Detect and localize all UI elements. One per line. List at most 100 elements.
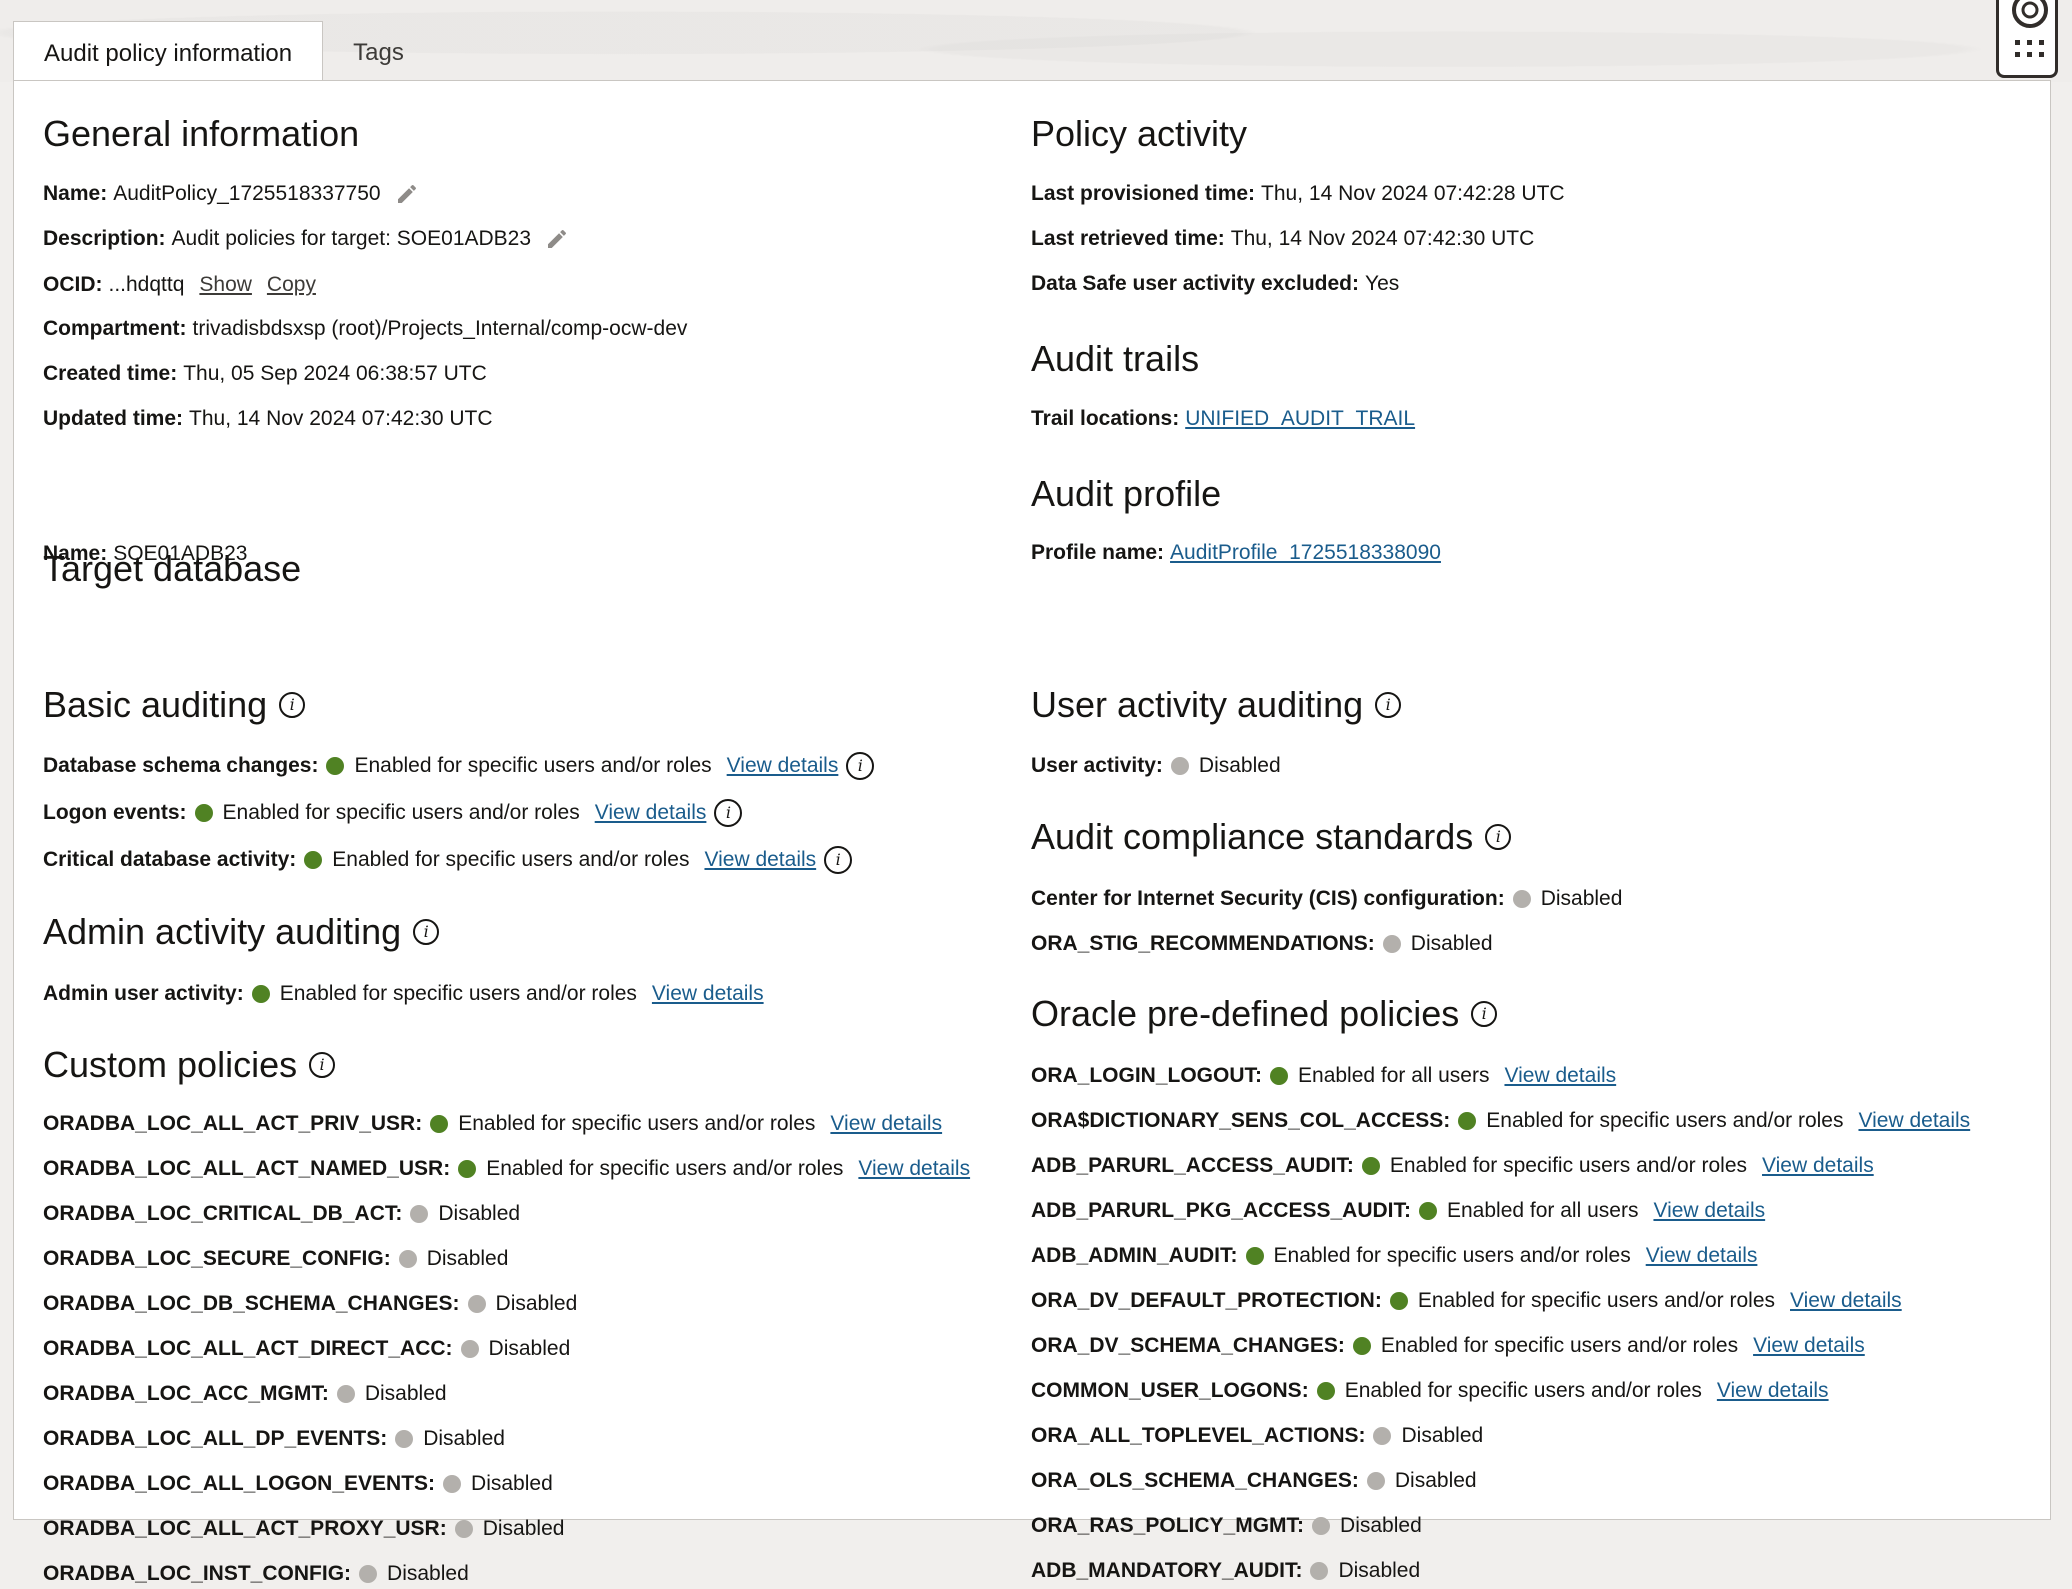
policy-status: Disabled	[482, 1517, 565, 1540]
info-icon[interactable]: i	[824, 846, 853, 874]
policy-status: Disabled	[1394, 1469, 1477, 1492]
tab-audit-policy-information[interactable]: Audit policy information	[13, 21, 324, 83]
admin-user-activity-status: Enabled for specific users and/or roles	[279, 982, 637, 1005]
user-activity-excluded-value: Yes	[1364, 272, 1400, 295]
status-dot-disabled	[336, 1385, 355, 1403]
profile-name-label: Profile name:	[1031, 541, 1165, 564]
view-details-link[interactable]: View details	[595, 801, 707, 825]
user-activity-excluded-row: Data Safe user activity excluded: Yes	[1031, 269, 1399, 299]
ocid-copy-link[interactable]: Copy	[267, 273, 316, 297]
view-details-link[interactable]: View details	[704, 848, 816, 872]
edit-description-pencil-icon[interactable]	[545, 227, 569, 251]
view-details-link[interactable]: View details	[652, 982, 764, 1006]
view-details-link[interactable]: View details	[1858, 1109, 1970, 1133]
view-details-link[interactable]: View details	[1646, 1244, 1758, 1268]
status-dot-disabled	[1170, 757, 1189, 775]
basic-item-status: Enabled for specific users and/or roles	[222, 801, 580, 824]
help-lifebuoy-icon[interactable]	[2009, 0, 2051, 68]
basic-item-label: Critical database activity:	[43, 848, 297, 871]
policy-row: ADB_MANDATORY_AUDIT: Disabled	[1031, 1556, 1420, 1586]
policy-name: ADB_MANDATORY_AUDIT:	[1031, 1559, 1303, 1582]
status-dot-enabled	[1245, 1247, 1264, 1265]
view-details-link[interactable]: View details	[858, 1157, 970, 1181]
audit-profile-link[interactable]: AuditProfile_1725518338090	[1170, 541, 1441, 565]
created-time-row: Created time: Thu, 05 Sep 2024 06:38:57 …	[43, 359, 487, 389]
view-details-link[interactable]: View details	[1790, 1289, 1902, 1313]
policy-status: Enabled for all users	[1298, 1064, 1490, 1087]
ocid-label: OCID:	[43, 273, 103, 296]
predefined-policies-title: Oracle pre-defined policies	[1031, 993, 1460, 1034]
trail-locations-label: Trail locations:	[1031, 407, 1180, 430]
policy-status: Enabled for specific users and/or roles	[1417, 1289, 1775, 1312]
info-icon[interactable]: i	[846, 752, 875, 780]
updated-time-label: Updated time:	[43, 407, 184, 430]
policy-row: ADB_PARURL_ACCESS_AUDIT: Enabled for spec…	[1031, 1151, 1874, 1181]
admin-user-activity-row: Admin user activity: Enabled for specifi…	[43, 979, 764, 1009]
updated-time-row: Updated time: Thu, 14 Nov 2024 07:42:30 …	[43, 404, 493, 434]
compartment-label: Compartment:	[43, 317, 187, 340]
profile-name-row: Profile name: AuditProfile_1725518338090	[1031, 538, 1441, 568]
policy-status: Disabled	[471, 1472, 553, 1495]
view-details-link[interactable]: View details	[1653, 1199, 1765, 1223]
ocid-row: OCID: ...hdqttq Show Copy	[43, 270, 316, 300]
view-details-link[interactable]: View details	[1717, 1379, 1829, 1403]
status-dot-enabled	[430, 1115, 449, 1133]
policy-status: Disabled	[426, 1247, 509, 1270]
policy-row: ORA_ALL_TOPLEVEL_ACTIONS: Disabled	[1031, 1421, 1483, 1451]
custom-policies-heading: Custom policies i	[43, 1044, 336, 1086]
policy-status: Enabled for specific users and/or roles	[1389, 1154, 1748, 1177]
policy-status: Disabled	[438, 1202, 521, 1225]
help-widget[interactable]	[1996, 0, 2058, 78]
status-dot-disabled	[1312, 1517, 1331, 1535]
last-provisioned-value: Thu, 14 Nov 2024 07:42:28 UTC	[1261, 182, 1565, 205]
policy-name: ADB_ADMIN_AUDIT:	[1031, 1244, 1238, 1267]
policy-name: ORA_LOGIN_LOGOUT:	[1031, 1064, 1263, 1087]
info-icon[interactable]: i	[714, 799, 743, 827]
policy-name: ORADBA_LOC_ALL_DP_EVENTS:	[43, 1427, 388, 1450]
policy-status: Disabled	[488, 1337, 571, 1360]
predefined-policies-info-icon[interactable]: i	[1471, 1001, 1498, 1027]
view-details-link[interactable]: View details	[727, 754, 839, 778]
compartment-row: Compartment: trivadisbdsxsp (root)/Proje…	[43, 314, 687, 344]
policy-row: ORADBA_LOC_SECURE_CONFIG: Disabled	[43, 1244, 508, 1274]
status-dot-enabled	[458, 1160, 477, 1178]
view-details-link[interactable]: View details	[830, 1112, 942, 1136]
compliance-item-status: Disabled	[1410, 932, 1493, 955]
last-provisioned-row: Last provisioned time: Thu, 14 Nov 2024 …	[1031, 179, 1565, 209]
policy-status: Enabled for specific users and/or roles	[1273, 1244, 1631, 1267]
name-row: Name: AuditPolicy_1725518337750	[43, 179, 419, 209]
trail-location-link[interactable]: UNIFIED_AUDIT_TRAIL	[1185, 407, 1415, 431]
compliance-info-icon[interactable]: i	[1485, 824, 1512, 850]
admin-activity-info-icon[interactable]: i	[413, 919, 440, 945]
user-activity-status: Disabled	[1198, 754, 1281, 777]
basic-auditing-info-icon[interactable]: i	[279, 692, 306, 718]
policy-status: Disabled	[364, 1382, 447, 1405]
custom-policies-info-icon[interactable]: i	[309, 1052, 336, 1078]
policy-status: Disabled	[1401, 1424, 1484, 1447]
user-activity-label: User activity:	[1031, 754, 1163, 777]
ocid-show-link[interactable]: Show	[199, 273, 252, 297]
view-details-link[interactable]: View details	[1753, 1334, 1865, 1358]
policy-row: ORADBA_LOC_ALL_ACT_PROXY_USR: Disabled	[43, 1514, 564, 1544]
policy-name: ORADBA_LOC_INST_CONFIG:	[43, 1562, 352, 1585]
status-dot-enabled	[1389, 1292, 1408, 1310]
basic-item-row: Critical database activity: Enabled for …	[43, 845, 853, 875]
general-information-title: General information	[43, 113, 360, 154]
policy-status: Disabled	[495, 1292, 578, 1315]
view-details-link[interactable]: View details	[1504, 1064, 1616, 1088]
policy-status: Disabled	[1338, 1559, 1421, 1582]
name-label: Name:	[43, 182, 108, 205]
trail-locations-row: Trail locations: UNIFIED_AUDIT_TRAIL	[1031, 404, 1415, 434]
policy-status: Disabled	[423, 1427, 505, 1450]
user-activity-info-icon[interactable]: i	[1375, 692, 1402, 718]
policy-status: Enabled for all users	[1447, 1199, 1639, 1222]
audit-compliance-title: Audit compliance standards	[1031, 816, 1474, 857]
view-details-link[interactable]: View details	[1762, 1154, 1874, 1178]
status-dot-disabled	[1366, 1472, 1385, 1490]
user-activity-auditing-title: User activity auditing	[1031, 684, 1364, 725]
status-dot-disabled	[410, 1205, 429, 1223]
basic-item-status: Enabled for specific users and/or roles	[332, 848, 690, 871]
tab-tags[interactable]: Tags	[323, 21, 434, 81]
target-name-row: Name: SOE01ADB23	[43, 539, 247, 569]
edit-name-pencil-icon[interactable]	[395, 182, 419, 206]
